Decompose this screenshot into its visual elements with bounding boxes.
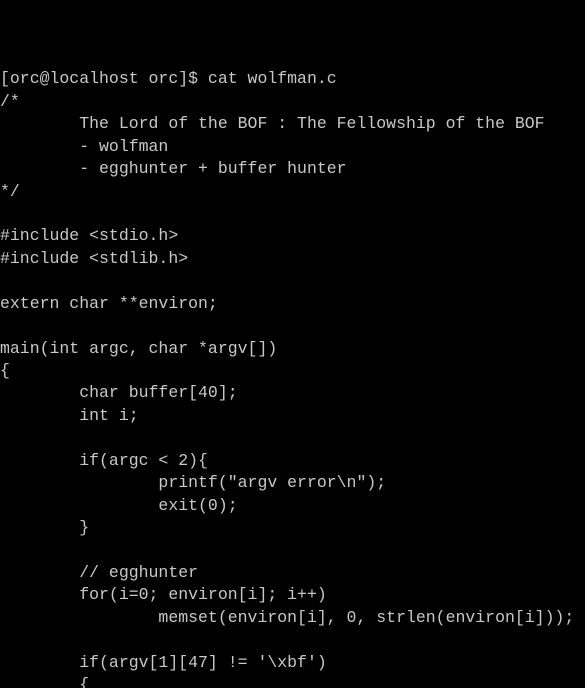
terminal-line: if(argv[1][47] != '\xbf') — [0, 652, 327, 672]
terminal-line: } — [0, 518, 90, 538]
terminal-line: // egghunter — [0, 562, 199, 582]
terminal-window[interactable]: [orc@localhost orc]$ cat wolfman.c/* The… — [0, 0, 585, 688]
terminal-line: memset(environ[i], 0, strlen(environ[i])… — [0, 607, 575, 627]
terminal-line: int i; — [0, 405, 139, 425]
terminal-line: for(i=0; environ[i]; i++) — [0, 585, 327, 605]
terminal-line: extern char **environ; — [0, 293, 218, 313]
command-line: [orc@localhost orc]$ cat wolfman.c — [0, 69, 337, 89]
terminal-line: #include <stdio.h> — [0, 226, 179, 246]
terminal-line: #include <stdlib.h> — [0, 248, 189, 268]
terminal-line: printf("argv error\n"); — [0, 473, 387, 493]
terminal-line: - egghunter + buffer hunter — [0, 159, 347, 179]
terminal-line: The Lord of the BOF : The Fellowship of … — [0, 114, 545, 134]
terminal-line: */ — [0, 181, 20, 201]
terminal-line: exit(0); — [0, 495, 238, 515]
terminal-line: if(argc < 2){ — [0, 450, 208, 470]
terminal-line: char buffer[40]; — [0, 383, 238, 403]
terminal-line: { — [0, 675, 90, 688]
terminal-line: - wolfman — [0, 136, 169, 156]
terminal-line: main(int argc, char *argv[]) — [0, 338, 278, 358]
terminal-line: { — [0, 361, 10, 381]
terminal-screen[interactable]: [orc@localhost orc]$ cat wolfman.c/* The… — [0, 1, 585, 688]
terminal-line: /* — [0, 91, 20, 111]
